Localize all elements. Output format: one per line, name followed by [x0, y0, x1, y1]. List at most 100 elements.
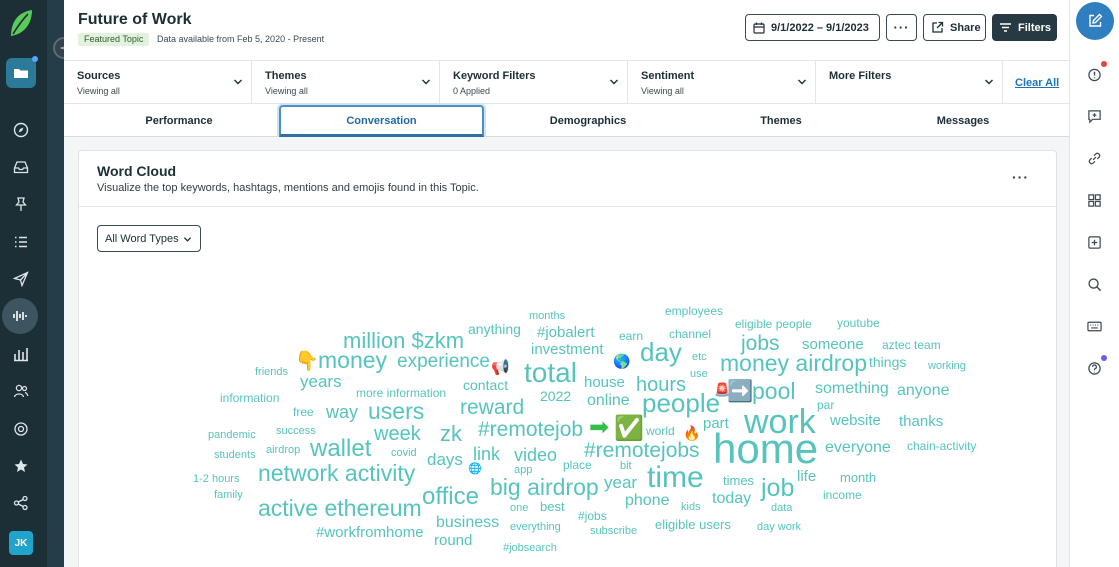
word[interactable]: link: [473, 445, 500, 463]
word[interactable]: friends: [255, 367, 288, 378]
word[interactable]: contact: [463, 378, 508, 392]
send-icon[interactable]: [6, 264, 36, 294]
word[interactable]: round: [434, 533, 472, 548]
word[interactable]: working: [928, 361, 966, 372]
word[interactable]: zk: [440, 423, 462, 445]
globe-americas-emoji[interactable]: 🌎: [613, 354, 630, 368]
word[interactable]: information: [220, 392, 279, 404]
word[interactable]: home: [713, 428, 818, 470]
word[interactable]: #jobs: [578, 510, 607, 522]
word[interactable]: thanks: [899, 414, 943, 429]
word[interactable]: day: [640, 339, 682, 365]
grid-icon[interactable]: [1084, 190, 1104, 210]
pin-icon[interactable]: [6, 189, 36, 219]
word[interactable]: anyone: [897, 383, 950, 399]
word[interactable]: something: [815, 381, 889, 397]
add-message-icon[interactable]: [1084, 106, 1104, 126]
word[interactable]: online: [587, 393, 630, 409]
word[interactable]: today: [712, 491, 751, 507]
filter-keywords[interactable]: Keyword Filters 0 Applied: [440, 61, 628, 104]
word[interactable]: house: [584, 375, 625, 390]
word[interactable]: place: [563, 459, 592, 471]
word-type-select[interactable]: All Word Types: [97, 225, 201, 252]
word[interactable]: subscribe: [590, 526, 637, 537]
word[interactable]: years: [300, 373, 342, 390]
word[interactable]: investment: [531, 342, 604, 357]
word[interactable]: experience: [397, 352, 490, 371]
more-options-button[interactable]: ···: [886, 14, 917, 41]
word[interactable]: #remotejob: [478, 419, 583, 440]
word[interactable]: #workfromhome: [316, 525, 424, 540]
word[interactable]: youtube: [837, 317, 880, 329]
people-icon[interactable]: [6, 376, 36, 406]
word[interactable]: people: [642, 390, 720, 416]
word[interactable]: video: [514, 446, 557, 464]
tab-demographics[interactable]: Demographics: [484, 104, 692, 137]
word[interactable]: money airdrop: [720, 352, 867, 375]
tab-themes[interactable]: Themes: [692, 104, 870, 137]
support-icon[interactable]: [6, 414, 36, 444]
word[interactable]: way: [326, 403, 358, 421]
clear-all-link[interactable]: Clear All: [1015, 77, 1059, 89]
network-icon[interactable]: [6, 488, 36, 518]
folder-icon[interactable]: [6, 56, 38, 88]
word[interactable]: etc: [692, 352, 707, 363]
point-down-emoji[interactable]: 👇: [295, 352, 319, 371]
word[interactable]: aztec team: [882, 339, 941, 351]
word[interactable]: everyone: [825, 440, 891, 456]
filters-button[interactable]: Filters: [992, 14, 1057, 41]
word[interactable]: kids: [681, 502, 701, 513]
help-icon[interactable]: [1084, 355, 1107, 378]
filter-sources[interactable]: Sources Viewing all: [64, 61, 252, 104]
word[interactable]: family: [214, 490, 243, 501]
inbox-icon[interactable]: [6, 152, 36, 182]
keyboard-icon[interactable]: [1084, 316, 1104, 336]
tab-performance[interactable]: Performance: [79, 104, 279, 137]
word[interactable]: students: [214, 450, 256, 461]
fire-emoji[interactable]: 🔥: [683, 426, 700, 440]
word[interactable]: 1-2 hours: [193, 474, 239, 485]
word[interactable]: money: [318, 349, 387, 372]
word[interactable]: total: [524, 359, 577, 387]
word[interactable]: 2022: [540, 389, 571, 403]
word[interactable]: use: [690, 369, 708, 380]
date-range-button[interactable]: 9/1/2022 – 9/1/2023: [745, 14, 880, 41]
word[interactable]: bit: [620, 461, 632, 472]
word[interactable]: eligible users: [655, 518, 731, 531]
word[interactable]: income: [823, 489, 862, 501]
bar-chart-icon[interactable]: [6, 339, 36, 369]
word[interactable]: active ethereum: [258, 497, 422, 520]
word[interactable]: days: [427, 451, 463, 468]
card-menu-button[interactable]: ···: [1012, 169, 1029, 185]
link-icon[interactable]: [1084, 148, 1104, 168]
word[interactable]: #jobsearch: [503, 543, 557, 554]
word[interactable]: #remotejobs: [584, 440, 700, 461]
compose-button[interactable]: [1076, 2, 1114, 40]
word[interactable]: phone: [625, 493, 670, 509]
word[interactable]: data: [771, 503, 792, 514]
megaphone-emoji[interactable]: 📢: [491, 360, 510, 375]
word[interactable]: things: [869, 355, 906, 369]
word[interactable]: times: [723, 474, 754, 487]
word[interactable]: office: [422, 485, 479, 509]
tab-conversation[interactable]: Conversation: [279, 105, 484, 137]
word[interactable]: anything: [468, 322, 521, 336]
arrow-box-emoji[interactable]: ➡️: [727, 381, 753, 402]
word[interactable]: covid: [391, 448, 417, 459]
word[interactable]: users: [368, 400, 424, 423]
word[interactable]: business: [436, 515, 499, 531]
word[interactable]: #jobalert: [537, 325, 595, 340]
word[interactable]: big airdrop: [490, 476, 599, 499]
check-box-emoji[interactable]: ✅: [614, 417, 644, 441]
word[interactable]: time: [647, 463, 704, 493]
right-arrow-emoji[interactable]: ➡: [589, 416, 609, 440]
word[interactable]: employees: [665, 305, 723, 317]
search-icon[interactable]: [1084, 274, 1104, 294]
word[interactable]: everything: [510, 522, 561, 533]
word[interactable]: year: [604, 474, 637, 491]
alert-icon[interactable]: [1084, 61, 1107, 84]
word[interactable]: month: [840, 471, 876, 484]
word[interactable]: job: [761, 476, 794, 501]
word[interactable]: par: [817, 399, 834, 411]
list-icon[interactable]: [6, 227, 36, 257]
